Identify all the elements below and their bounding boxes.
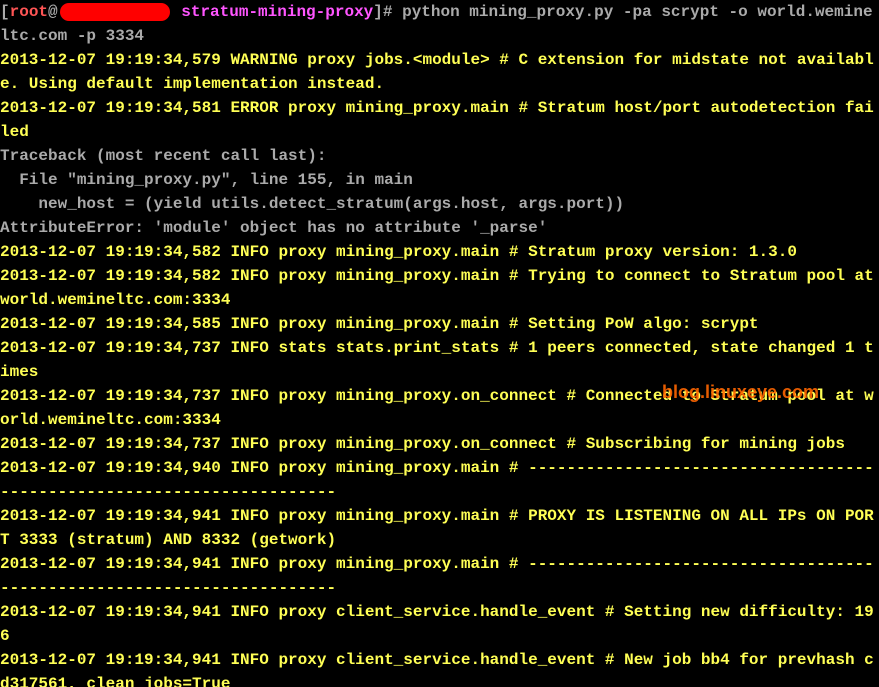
log-line-info: 2013-12-07 19:19:34,585 INFO proxy minin… [0, 315, 759, 333]
prompt-dir: stratum-mining-proxy [181, 3, 373, 21]
log-line-info: 2013-12-07 19:19:34,582 INFO proxy minin… [0, 243, 797, 261]
log-line-divider: 2013-12-07 19:19:34,940 INFO proxy minin… [0, 459, 874, 501]
log-line-error: 2013-12-07 19:19:34,581 ERROR proxy mini… [0, 99, 874, 141]
prompt-user: root [10, 3, 48, 21]
traceback-header: Traceback (most recent call last): [0, 147, 326, 165]
traceback-exception: AttributeError: 'module' object has no a… [0, 219, 547, 237]
host-redacted-blob [60, 3, 170, 21]
log-line-warning: 2013-12-07 19:19:34,579 WARNING proxy jo… [0, 51, 874, 93]
log-line-info: 2013-12-07 19:19:34,582 INFO proxy minin… [0, 267, 879, 309]
log-line-divider: 2013-12-07 19:19:34,941 INFO proxy minin… [0, 555, 874, 597]
log-line-info: 2013-12-07 19:19:34,941 INFO proxy clien… [0, 603, 874, 645]
prompt-at: @ [48, 3, 58, 21]
log-line-info: 2013-12-07 19:19:34,737 INFO stats stats… [0, 339, 874, 381]
prompt-open-bracket: [ [0, 3, 10, 21]
traceback-code: new_host = (yield utils.detect_stratum(a… [0, 195, 624, 213]
log-line-info: 2013-12-07 19:19:34,941 INFO proxy clien… [0, 651, 874, 687]
terminal-output: [root@ stratum-mining-proxy]# python min… [0, 0, 879, 687]
traceback-file: File "mining_proxy.py", line 155, in mai… [0, 171, 413, 189]
log-line-listening: 2013-12-07 19:19:34,941 INFO proxy minin… [0, 507, 874, 549]
prompt-close-bracket: ] [373, 3, 383, 21]
log-line-info: 2013-12-07 19:19:34,737 INFO proxy minin… [0, 387, 874, 429]
log-line-info: 2013-12-07 19:19:34,737 INFO proxy minin… [0, 435, 845, 453]
